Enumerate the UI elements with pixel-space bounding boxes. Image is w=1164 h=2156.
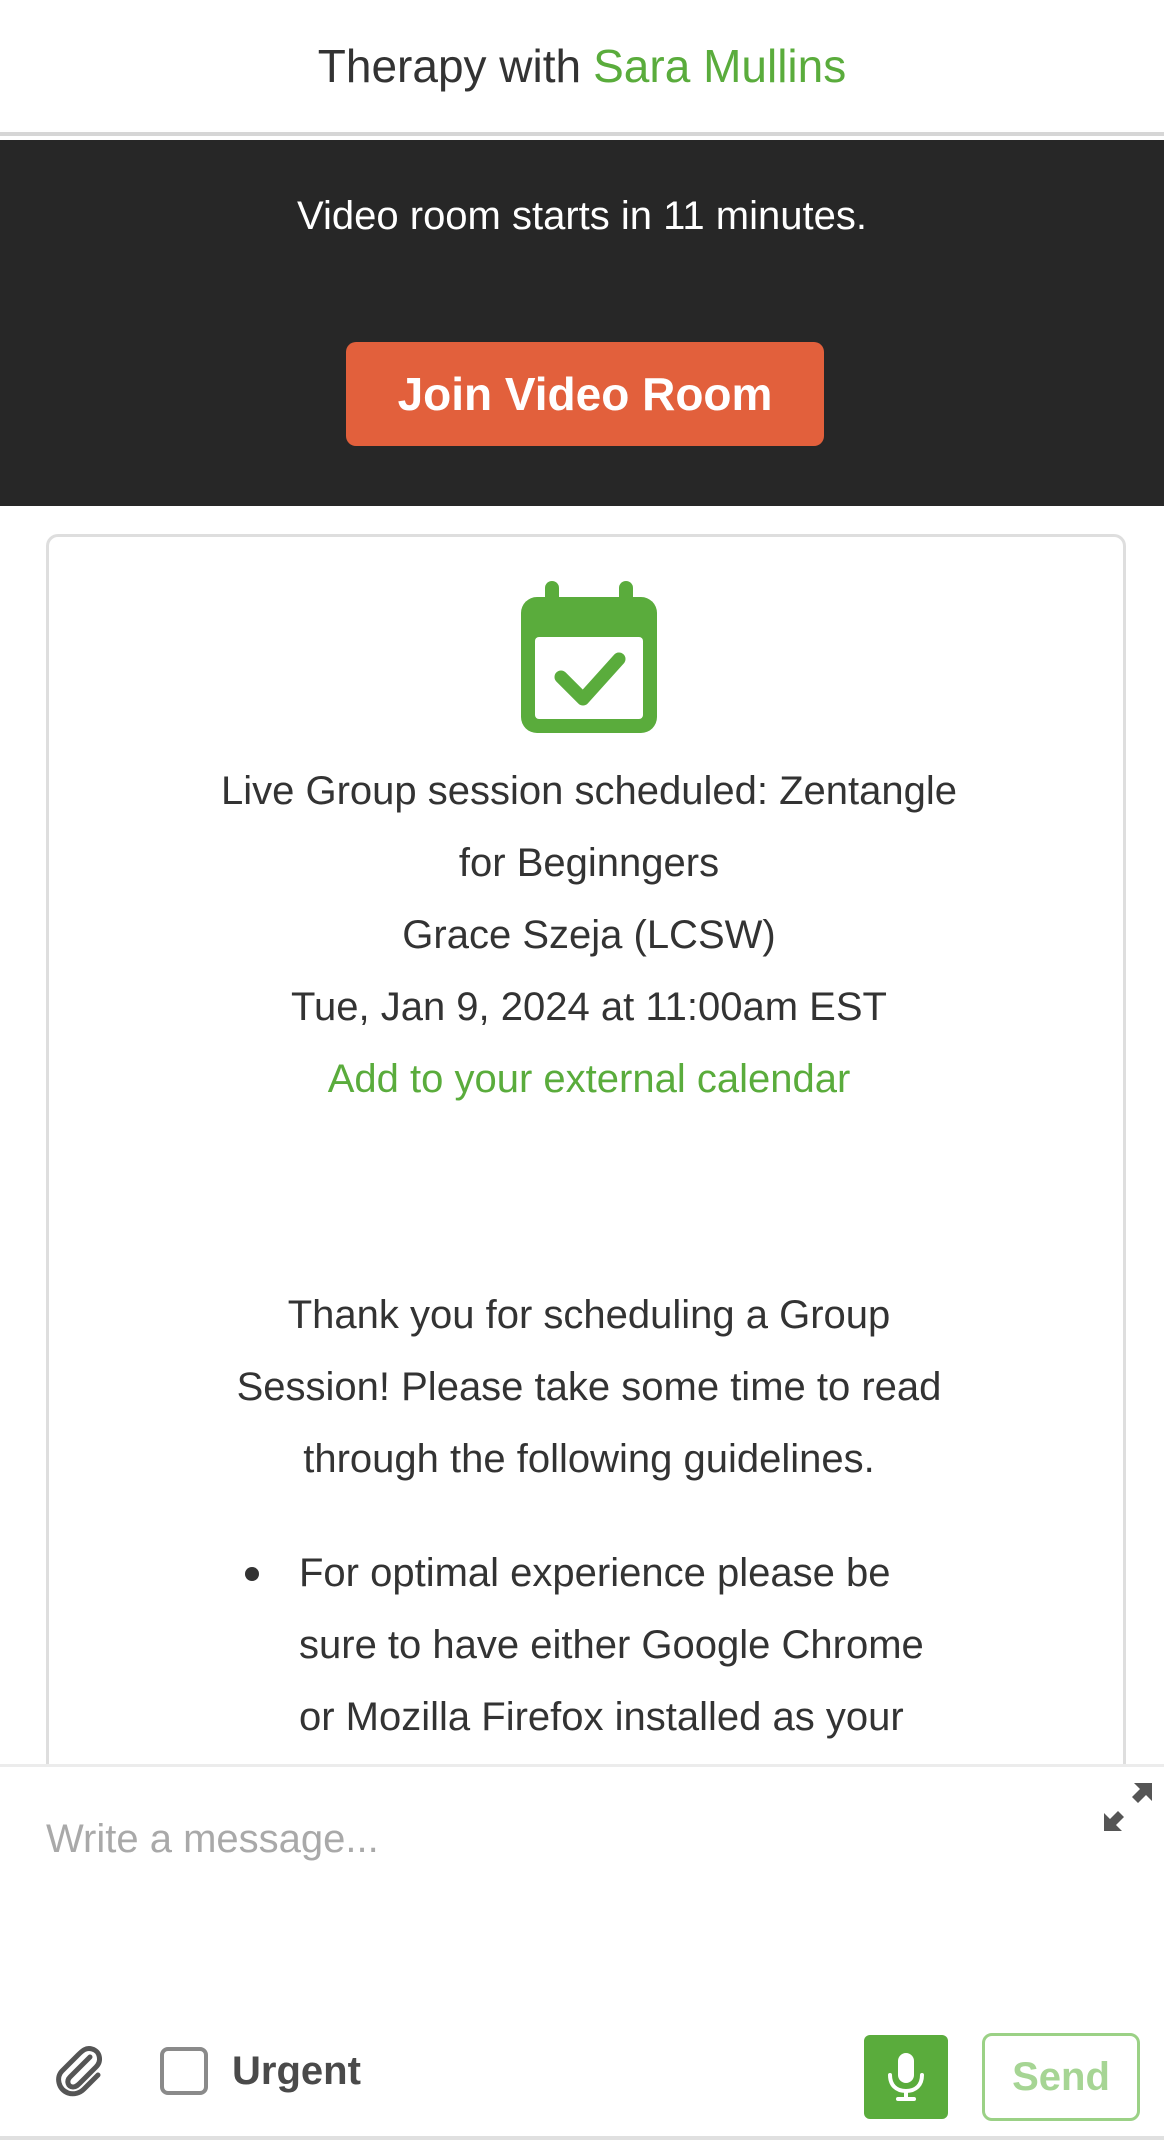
paperclip-icon[interactable] — [54, 2043, 104, 2099]
session-title-line1: Live Group session scheduled: Zentangle — [220, 769, 957, 813]
microphone-icon — [888, 2053, 924, 2101]
guidelines-intro-line2: Session! Please take some time to read — [236, 1365, 942, 1409]
bullet-icon — [245, 1567, 259, 1581]
guideline-line: For optimal experience please be — [299, 1551, 891, 1595]
guidelines-intro-line1: Thank you for scheduling a Group — [287, 1293, 891, 1337]
session-scheduled-card: Live Group session scheduled: Zentangle … — [46, 534, 1126, 1764]
urgent-label: Urgent — [232, 2048, 361, 2093]
session-host: Grace Szeja (LCSW) — [402, 913, 776, 957]
send-button[interactable]: Send — [982, 2033, 1140, 2121]
calendar-check-icon — [521, 581, 657, 733]
video-room-countdown: Video room starts in 11 minutes. — [297, 194, 867, 238]
session-details: Live Group session scheduled: Zentangle … — [129, 755, 1049, 1115]
bottom-divider — [0, 2136, 1164, 2140]
join-video-room-button[interactable]: Join Video Room — [346, 342, 824, 446]
guideline-line: or Mozilla Firefox installed as your — [299, 1695, 904, 1739]
guideline-line: sure to have either Google Chrome — [299, 1623, 924, 1667]
guideline-item: For optimal experience please be sure to… — [245, 1537, 1029, 1753]
guidelines-intro: Thank you for scheduling a Group Session… — [189, 1279, 989, 1495]
header-title-prefix: Therapy with — [317, 40, 582, 92]
message-input[interactable] — [0, 1767, 1100, 1997]
chat-header: Therapy with Sara Mullins — [0, 0, 1164, 136]
message-composer: Urgent Send — [0, 1764, 1164, 2156]
message-thread[interactable]: Live Group session scheduled: Zentangle … — [0, 506, 1164, 1764]
guidelines-intro-line3: through the following guidelines. — [303, 1437, 875, 1481]
add-to-calendar-link[interactable]: Add to your external calendar — [129, 1043, 1049, 1115]
session-title-line2: for Beginngers — [458, 841, 720, 885]
voice-message-button[interactable] — [864, 2035, 948, 2119]
expand-icon[interactable] — [1100, 1779, 1156, 1835]
guidelines-list: For optimal experience please be sure to… — [229, 1537, 1029, 1753]
urgent-checkbox[interactable] — [160, 2047, 208, 2095]
therapist-name-link[interactable]: Sara Mullins — [593, 39, 846, 93]
urgent-toggle[interactable]: Urgent — [160, 2039, 361, 2103]
video-room-banner: Video room starts in 11 minutes. Join Vi… — [0, 140, 1164, 506]
session-datetime: Tue, Jan 9, 2024 at 11:00am EST — [291, 985, 887, 1029]
